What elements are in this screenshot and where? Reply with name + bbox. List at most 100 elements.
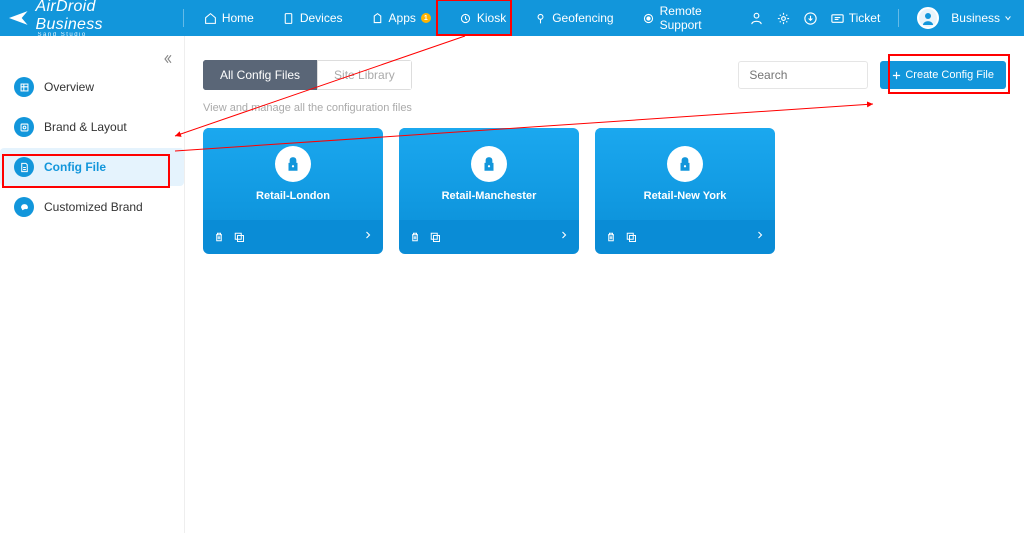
card-top: Retail-New York: [595, 128, 775, 220]
lock-icon: [480, 155, 498, 173]
card-actions: [595, 220, 775, 254]
notification-badge: 1: [421, 13, 431, 23]
lock-badge: [275, 146, 311, 182]
nav-kiosk[interactable]: Kiosk: [445, 0, 520, 36]
sidebar-item-label: Customized Brand: [44, 200, 143, 214]
lock-badge: [667, 146, 703, 182]
card-actions: [399, 220, 579, 254]
plus-icon: [892, 71, 901, 80]
sidebar-item-label: Brand & Layout: [44, 120, 127, 134]
copy-button[interactable]: [625, 231, 637, 243]
config-card[interactable]: Retail-New York: [595, 128, 775, 254]
nav-label: Devices: [300, 11, 343, 25]
ticket-icon: [830, 11, 845, 26]
home-icon: [204, 12, 217, 25]
copy-button[interactable]: [429, 231, 441, 243]
trash-icon: [213, 231, 225, 243]
tab-label: All Config Files: [220, 68, 300, 82]
card-top: Retail-London: [203, 128, 383, 220]
chevron-right-icon: [755, 229, 765, 241]
geofencing-icon: [534, 12, 547, 25]
account-dropdown[interactable]: Business: [951, 11, 1012, 25]
avatar[interactable]: [917, 7, 939, 29]
account-label: Business: [951, 11, 1000, 25]
delete-button[interactable]: [409, 231, 421, 243]
card-name: Retail-New York: [644, 190, 727, 202]
nav-label: Home: [222, 11, 254, 25]
copy-icon: [429, 231, 441, 243]
nav-geofencing[interactable]: Geofencing: [520, 0, 627, 36]
nav-devices[interactable]: Devices: [268, 0, 357, 36]
customized-brand-icon: [14, 197, 34, 217]
overview-icon: [14, 77, 34, 97]
devices-icon: [282, 12, 295, 25]
copy-icon: [625, 231, 637, 243]
apps-icon: [371, 12, 384, 25]
trash-icon: [605, 231, 617, 243]
copy-button[interactable]: [233, 231, 245, 243]
ticket-label: Ticket: [849, 11, 881, 25]
trash-icon: [409, 231, 421, 243]
chevron-double-left-icon: [162, 53, 174, 65]
open-button[interactable]: [755, 228, 765, 246]
kiosk-icon: [459, 12, 472, 25]
main-content: All Config Files Site Library Create Con…: [185, 36, 1024, 533]
chevron-right-icon: [559, 229, 569, 241]
sidebar-item-label: Overview: [44, 80, 94, 94]
card-name: Retail-Manchester: [442, 190, 537, 202]
tab-all-config-files[interactable]: All Config Files: [203, 60, 317, 90]
lock-icon: [676, 155, 694, 173]
ticket-link[interactable]: Ticket: [830, 11, 881, 26]
open-button[interactable]: [559, 228, 569, 246]
create-label: Create Config File: [905, 69, 994, 81]
header-right: Ticket Business: [749, 7, 1024, 29]
brand-layout-icon: [14, 117, 34, 137]
card-name: Retail-London: [256, 190, 330, 202]
header-separator: [183, 9, 184, 27]
top-header: AirDroid Business Sand Studio Home Devic…: [0, 0, 1024, 36]
sidebar-item-label: Config File: [44, 160, 106, 174]
lock-icon: [284, 155, 302, 173]
nav-remote-support[interactable]: Remote Support: [628, 0, 749, 36]
sidebar: Overview Brand & Layout Config File Cust…: [0, 36, 185, 533]
avatar-icon: [920, 10, 936, 26]
create-config-file-button[interactable]: Create Config File: [880, 61, 1006, 89]
sidebar-item-customized-brand[interactable]: Customized Brand: [0, 188, 184, 226]
card-top: Retail-Manchester: [399, 128, 579, 220]
logo-text: AirDroid Business: [36, 0, 103, 33]
nav-label: Geofencing: [552, 11, 613, 25]
search-input[interactable]: [738, 61, 868, 89]
sidebar-item-brand-layout[interactable]: Brand & Layout: [0, 108, 184, 146]
open-button[interactable]: [363, 228, 373, 246]
nav-label: Kiosk: [477, 11, 506, 25]
nav-apps[interactable]: Apps 1: [357, 0, 445, 36]
tab-site-library[interactable]: Site Library: [317, 60, 412, 90]
chevron-right-icon: [363, 229, 373, 241]
user-management-icon[interactable]: [749, 11, 764, 26]
logo-icon: [8, 9, 30, 27]
download-icon[interactable]: [803, 11, 818, 26]
lock-badge: [471, 146, 507, 182]
settings-icon[interactable]: [776, 11, 791, 26]
sidebar-list: Overview Brand & Layout Config File Cust…: [0, 68, 184, 226]
nav-label: Remote Support: [660, 4, 735, 32]
copy-icon: [233, 231, 245, 243]
top-nav: Home Devices Apps 1 Kiosk Geofencing Rem…: [190, 0, 749, 36]
tab-group: All Config Files Site Library: [203, 60, 412, 90]
delete-button[interactable]: [605, 231, 617, 243]
tab-label: Site Library: [334, 68, 395, 82]
subtitle: View and manage all the configuration fi…: [203, 102, 1006, 114]
header-separator: [898, 9, 899, 27]
logo[interactable]: AirDroid Business Sand Studio: [0, 0, 177, 38]
config-card[interactable]: Retail-London: [203, 128, 383, 254]
sidebar-collapse-button[interactable]: [162, 52, 174, 70]
card-actions: [203, 220, 383, 254]
config-file-icon: [14, 157, 34, 177]
toolbar: All Config Files Site Library Create Con…: [203, 60, 1006, 90]
remote-support-icon: [642, 12, 655, 25]
config-card[interactable]: Retail-Manchester: [399, 128, 579, 254]
delete-button[interactable]: [213, 231, 225, 243]
sidebar-item-overview[interactable]: Overview: [0, 68, 184, 106]
sidebar-item-config-file[interactable]: Config File: [0, 148, 184, 186]
nav-home[interactable]: Home: [190, 0, 268, 36]
